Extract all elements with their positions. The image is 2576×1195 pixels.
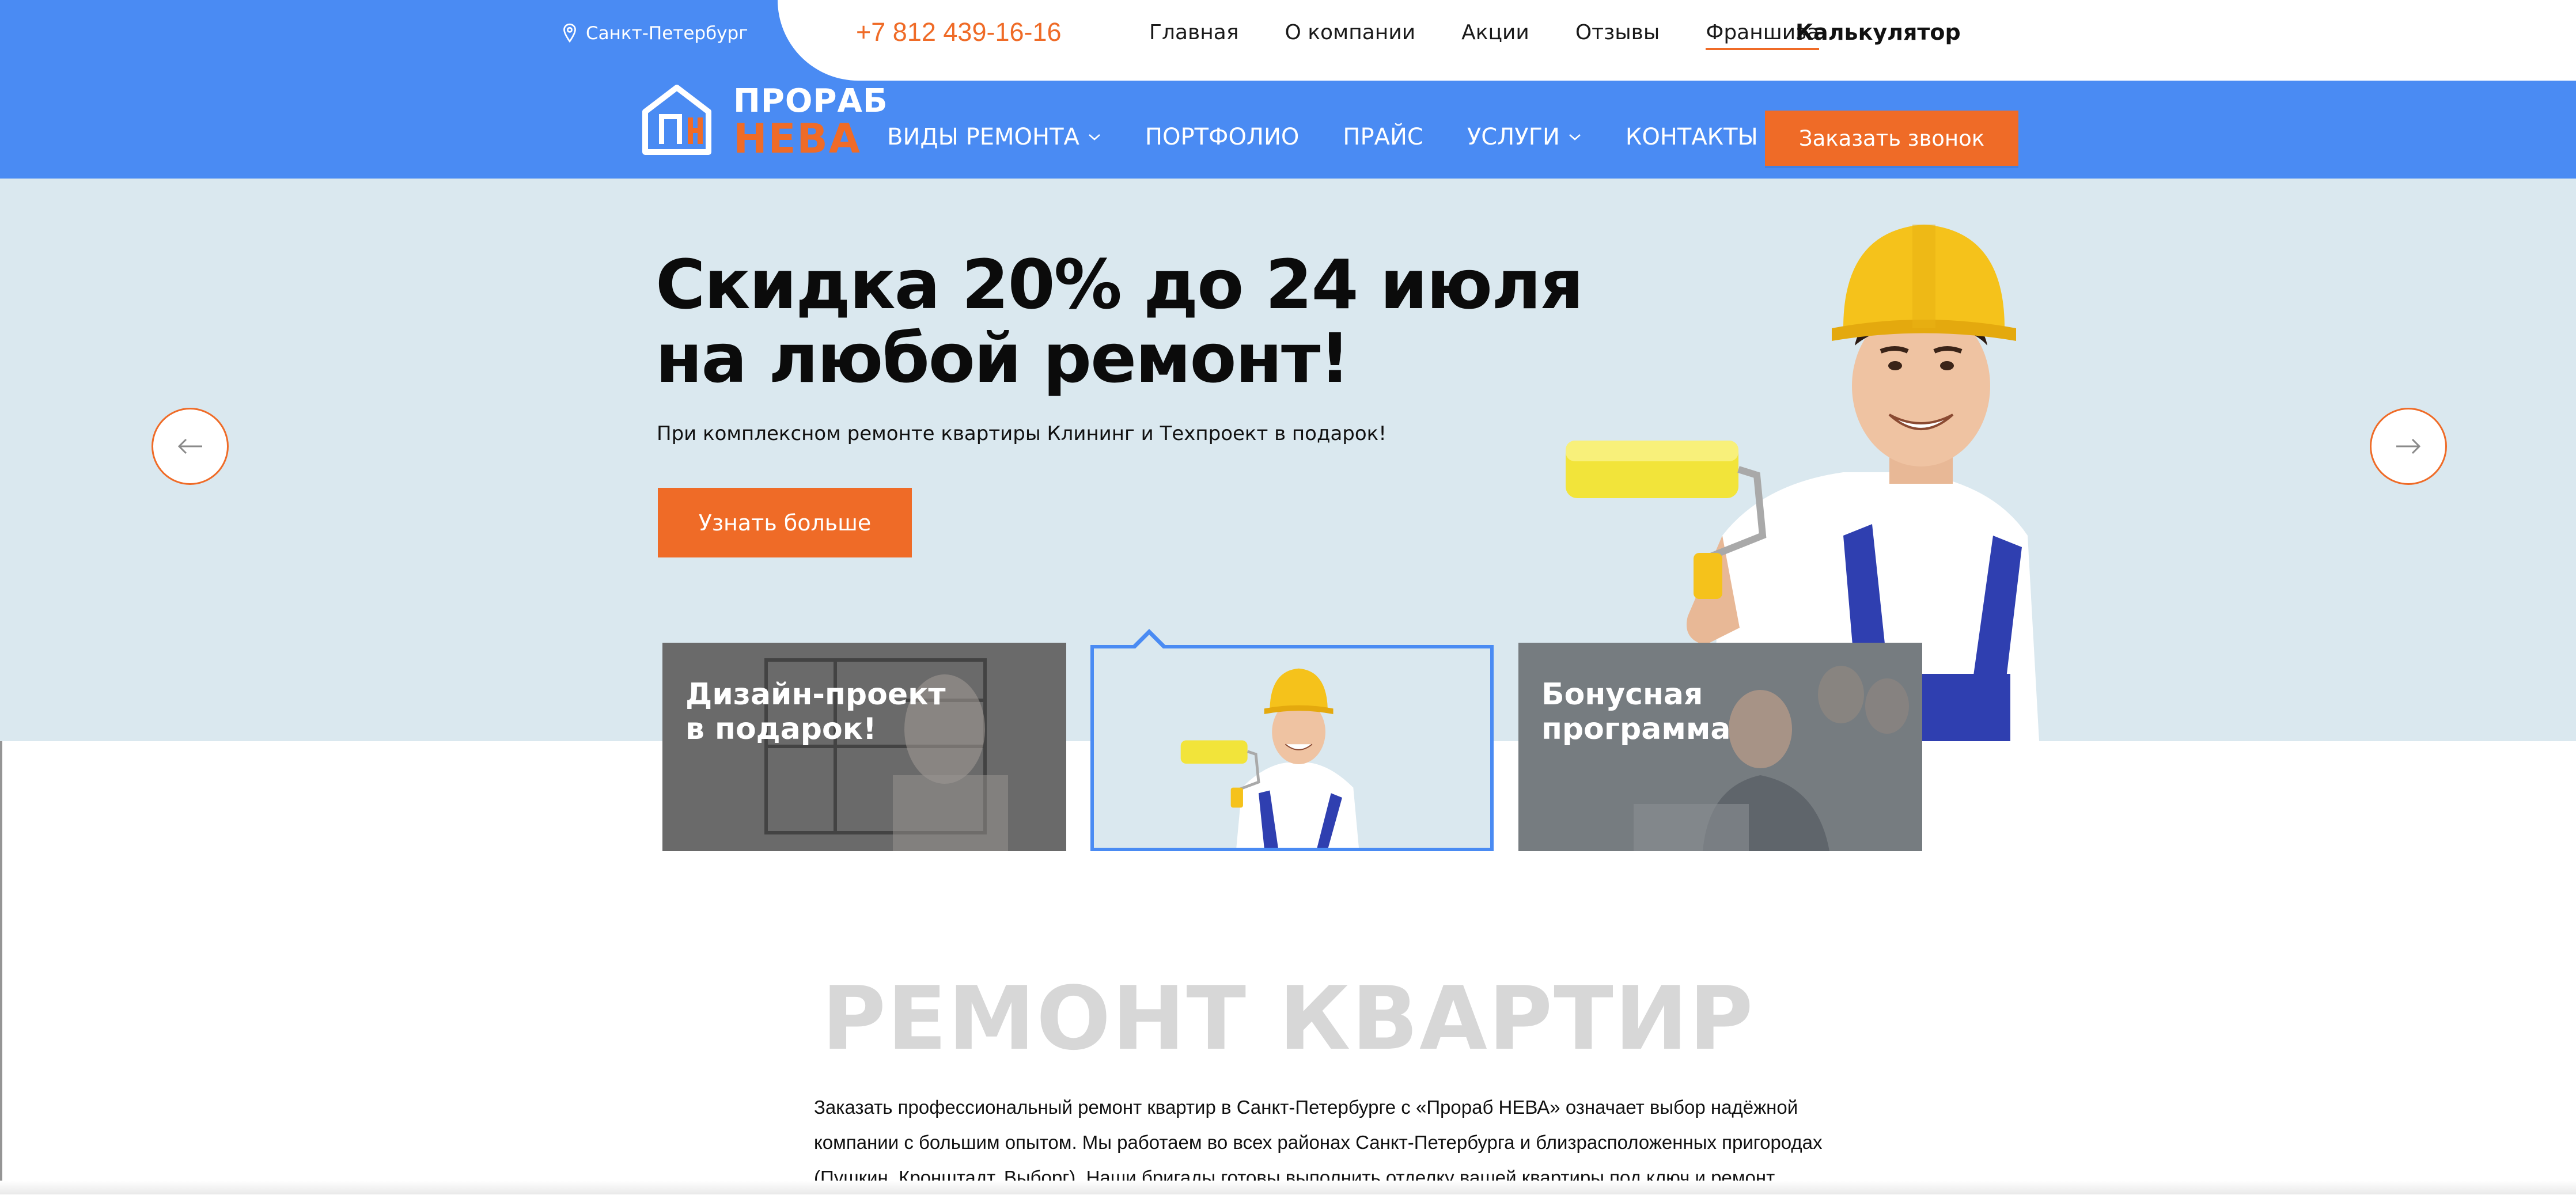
hero-title: Скидка 20% до 24 июля на любой ремонт!	[656, 245, 1584, 398]
hero-subtitle: При комплексном ремонте квартиры Клининг…	[657, 422, 1387, 445]
floorplan-photo	[662, 643, 1066, 851]
slider-prev-button[interactable]	[151, 408, 229, 485]
menu-item-label: ВИДЫ РЕМОНТА	[887, 124, 1079, 150]
office-photo	[1518, 643, 1922, 851]
menu-item-label: КОНТАКТЫ	[1625, 124, 1758, 150]
top-nav-reviews[interactable]: Отзывы	[1575, 21, 1660, 50]
menu-item-label: ПОРТФОЛИО	[1145, 124, 1300, 150]
card-title-line-1: Бонусная	[1541, 677, 1703, 712]
top-nav-home[interactable]: Главная	[1149, 21, 1239, 50]
menu-item-label: УСЛУГИ	[1467, 124, 1560, 150]
arrow-left-icon	[177, 438, 202, 454]
menu-item-services[interactable]: УСЛУГИ	[1467, 124, 1582, 150]
top-nav-promotions[interactable]: Акции	[1461, 21, 1529, 50]
slide-thumb-bonus-program[interactable]: Бонусная программа	[1518, 643, 1922, 851]
arrow-right-icon	[2396, 438, 2421, 454]
top-nav: Главная О компании Акции Отзывы Франшиза	[1149, 21, 1820, 50]
logo-line-1: ПРОРАБ	[733, 82, 888, 120]
card-title-line-1: Дизайн-проект	[685, 677, 946, 712]
card-title-line-2: программа	[1541, 712, 1731, 746]
menu-item-repair-types[interactable]: ВИДЫ РЕМОНТА	[887, 124, 1101, 150]
active-indicator-inner	[1134, 635, 1164, 650]
section-text: Заказать профессиональный ремонт квартир…	[814, 1090, 1823, 1195]
logo-line-2: НЕВА	[733, 115, 861, 162]
hero-title-line-2: на любой ремонт!	[656, 318, 1350, 398]
chevron-down-icon	[1089, 134, 1100, 141]
menu-item-price[interactable]: ПРАЙС	[1343, 124, 1423, 150]
order-call-button[interactable]: Заказать звонок	[1765, 111, 2018, 166]
section-text-line-1: Заказать профессиональный ремонт квартир…	[814, 1097, 1798, 1118]
card-title-line-2: в подарок!	[685, 712, 877, 746]
menu-item-contacts[interactable]: КОНТАКТЫ	[1626, 124, 1758, 150]
slide-thumb-active[interactable]	[1090, 629, 1494, 851]
slide-thumb-design-project[interactable]: Дизайн-проект в подарок!	[662, 643, 1066, 851]
location-pin-icon	[563, 23, 576, 43]
section-title: РЕМОНТ КВАРТИР	[821, 968, 1755, 1069]
section-text-line-2: компании с большим опытом. Мы работаем в…	[814, 1132, 1823, 1153]
menu-item-portfolio[interactable]: ПОРТФОЛИО	[1145, 124, 1300, 150]
slider-next-button[interactable]	[2370, 408, 2447, 485]
card-title: Дизайн-проект в подарок!	[685, 677, 946, 746]
worker-thumbnail	[1180, 668, 1359, 848]
logo-house-icon[interactable]	[639, 82, 714, 157]
logo-text[interactable]: ПРОРАБ НЕВА	[733, 82, 888, 162]
learn-more-button[interactable]: Узнать больше	[658, 488, 912, 557]
card-title: Бонусная программа	[1541, 677, 1730, 746]
city-label: Санкт-Петербург	[586, 23, 748, 44]
chevron-down-icon	[1569, 134, 1581, 141]
menu-item-label: ПРАЙС	[1343, 124, 1423, 150]
main-menu: ВИДЫ РЕМОНТА ПОРТФОЛИО ПРАЙС УСЛУГИ КОНТ…	[887, 124, 1802, 150]
top-nav-about[interactable]: О компании	[1285, 21, 1416, 50]
page-bottom-shadow	[0, 1181, 2576, 1194]
hero-title-line-1: Скидка 20% до 24 июля	[656, 245, 1584, 324]
phone-link[interactable]: +7 812 439-16-16	[856, 17, 1062, 47]
city-selector[interactable]: Санкт-Петербург	[562, 21, 748, 46]
calculator-link[interactable]: Калькулятор	[1795, 20, 1961, 45]
